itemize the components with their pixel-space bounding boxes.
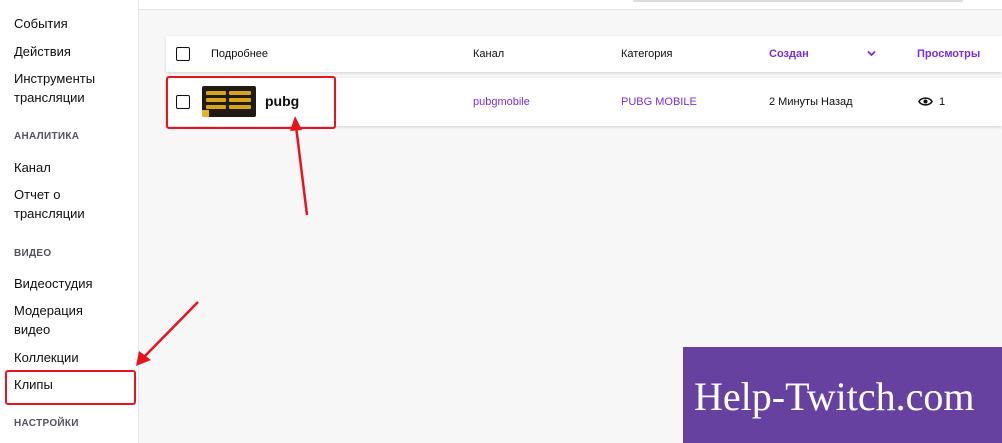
select-all-checkbox[interactable] [176, 47, 190, 61]
sidebar-item-actions[interactable]: Действия [14, 42, 132, 61]
thumbnail-detail [229, 98, 251, 102]
column-header-channel: Канал [473, 48, 505, 60]
column-header-details: Подробнее [211, 48, 269, 60]
column-header-created[interactable]: Создан [769, 48, 809, 60]
sidebar-item-label: Модерация [14, 303, 83, 318]
thumbnail-detail [206, 98, 226, 102]
sidebar-item-label: видео [14, 322, 51, 337]
table-row[interactable]: pubg pubgmobile PUBG MOBILE 2 Минуты Наз… [166, 78, 1002, 126]
sidebar-item-broadcast-report[interactable]: Отчет о трансляции [14, 185, 132, 223]
sidebar-item-video-studio[interactable]: Видеостудия [14, 274, 132, 293]
watermark-text: Help-Twitch.com [694, 374, 975, 419]
thumbnail-detail [206, 91, 226, 95]
column-header-views[interactable]: Просмотры [917, 48, 980, 60]
sidebar-item-label: трансляции [14, 206, 85, 221]
thumbnail-detail [229, 105, 251, 109]
section-settings: НАСТРОЙКИ [14, 418, 79, 429]
clip-title[interactable]: pubg [265, 93, 299, 109]
sidebar-item-events[interactable]: События [14, 14, 132, 33]
eye-icon [918, 97, 933, 106]
row-checkbox[interactable] [176, 95, 190, 109]
sidebar-item-video-moderation[interactable]: Модерация видео [14, 301, 132, 339]
column-header-category: Категория [621, 48, 673, 60]
sidebar: События Действия Инструменты трансляции … [0, 0, 139, 443]
section-analytics: АНАЛИТИКА [14, 131, 80, 142]
sidebar-item-channel[interactable]: Канал [14, 158, 132, 177]
sidebar-item-label: трансляции [14, 90, 85, 105]
thumbnail-detail [229, 91, 251, 95]
clip-created-time: 2 Минуты Назад [769, 96, 853, 108]
search-input[interactable] [633, 0, 963, 2]
clip-thumbnail[interactable] [202, 86, 256, 117]
sidebar-item-broadcast-tools[interactable]: Инструменты трансляции [14, 69, 132, 107]
thumbnail-corner [202, 110, 209, 117]
clip-view-count: 1 [939, 96, 946, 108]
sidebar-item-collections[interactable]: Коллекции [14, 348, 132, 367]
watermark-banner: Help-Twitch.com [683, 347, 1002, 443]
thumbnail-detail [206, 105, 226, 109]
section-video: ВИДЕО [14, 248, 52, 259]
clip-channel-link[interactable]: pubgmobile [473, 96, 530, 108]
annotation-arrow-line [294, 125, 309, 216]
sidebar-item-clips[interactable]: Клипы [14, 375, 132, 394]
chevron-down-icon[interactable] [867, 50, 876, 57]
sidebar-item-label: Отчет о [14, 187, 61, 202]
clip-category-link[interactable]: PUBG MOBILE [621, 96, 697, 108]
clips-table-header: Подробнее Канал Категория Создан Просмот… [166, 36, 1002, 72]
sidebar-item-label: Инструменты [14, 71, 96, 86]
annotation-arrow-line [142, 301, 199, 359]
